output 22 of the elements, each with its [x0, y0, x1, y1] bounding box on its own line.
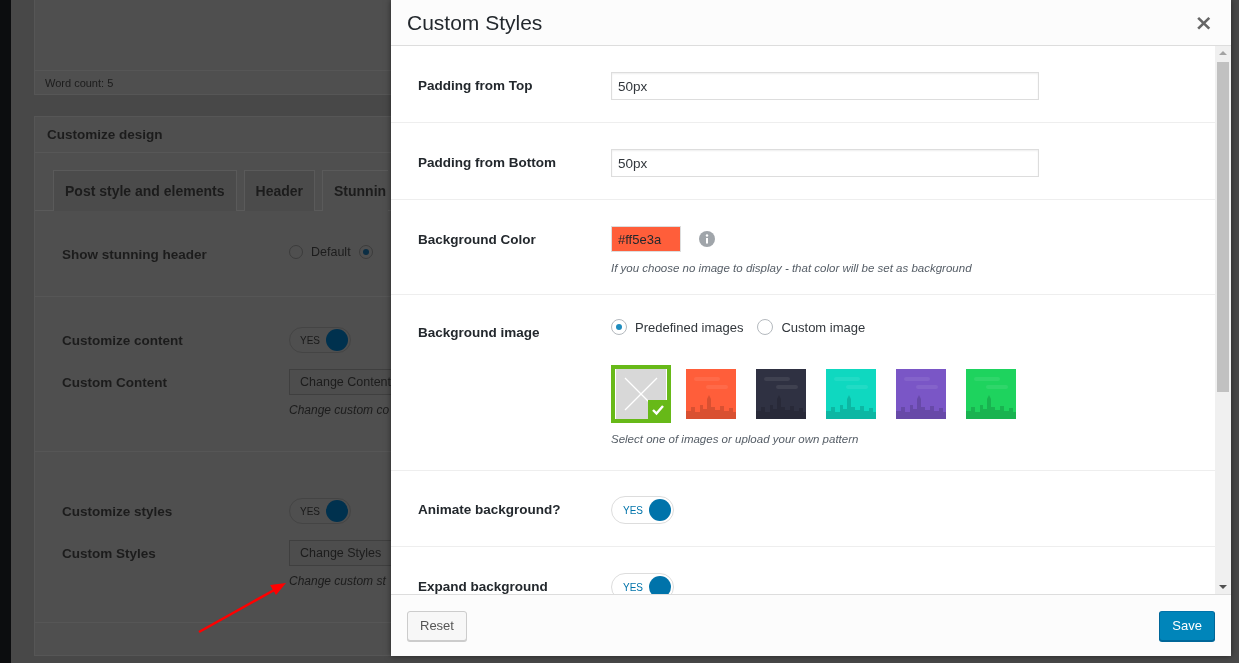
reset-button[interactable]: Reset [407, 610, 467, 641]
hint-text: Select one of images or upload your own pattern [611, 433, 860, 445]
radio-label: Custom image [781, 319, 866, 335]
field-label: Animate background? [418, 501, 562, 519]
save-button[interactable]: Save [1159, 610, 1215, 641]
checkmark-icon [648, 400, 668, 420]
field-label: Background image [418, 324, 541, 342]
field-label: Expand background [418, 578, 549, 594]
no-image-thumbnail[interactable] [611, 365, 671, 423]
radio-label: Predefined images [635, 319, 744, 335]
color-field[interactable]: #ff5e3a [611, 226, 681, 252]
scrollbar[interactable] [1215, 46, 1231, 594]
hint-text: If you choose no image to display - that color will be set as background [611, 262, 972, 274]
modal-title: Custom Styles [407, 10, 543, 35]
field-label: Padding from Bottom [418, 154, 557, 172]
radio-button[interactable] [358, 245, 373, 259]
field-label: Background Color [418, 231, 537, 249]
text-field[interactable]: 50px [611, 72, 1039, 100]
info-icon[interactable] [699, 231, 715, 247]
field-label: Padding from Top [418, 77, 534, 95]
text-field[interactable]: 50px [611, 149, 1039, 177]
close-button[interactable]: × [1192, 11, 1215, 34]
